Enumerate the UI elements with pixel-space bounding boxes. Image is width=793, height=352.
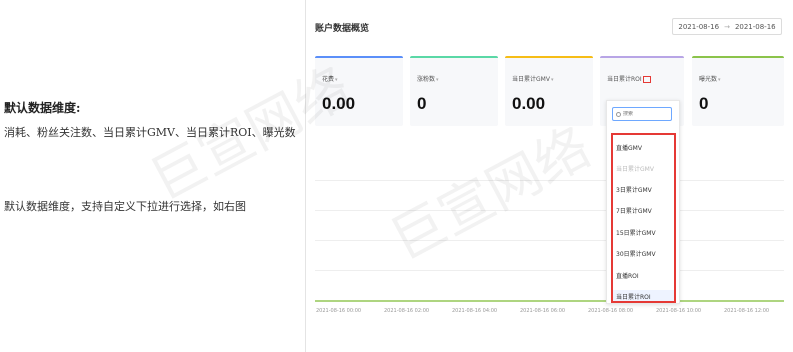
card-label[interactable]: 花费▾: [322, 74, 338, 83]
dropdown-option[interactable]: 7日累计GMV: [616, 206, 652, 215]
dropdown-trigger-icon[interactable]: [642, 76, 651, 83]
metric-card-followers[interactable]: 涨粉数▾ 0: [410, 56, 498, 126]
x-tick-label: 2021-08-16 00:00: [316, 308, 362, 314]
notes-panel: 默认数据维度: 消耗、粉丝关注数、当日累计GMV、当日累计ROI、曝光数 默认数…: [0, 0, 305, 352]
card-label[interactable]: 当日累计GMV▾: [512, 74, 553, 83]
gridline: [315, 180, 784, 181]
dropdown-option: 当日累计GMV: [616, 166, 654, 173]
x-tick-label: 2021-08-16 02:00: [384, 308, 430, 314]
page-title: 账户数据概览: [315, 24, 370, 34]
search-input[interactable]: [623, 111, 667, 117]
card-value: 0.00: [512, 94, 546, 113]
x-tick-label: 2021-08-16 12:00: [724, 308, 770, 314]
card-value: 0: [417, 94, 427, 113]
date-end[interactable]: 2021-08-16: [735, 23, 776, 31]
dashboard-panel: 账户数据概览 2021-08-16 → 2021-08-16 花费▾ 0.00 …: [306, 0, 793, 352]
card-value: 0: [699, 94, 709, 113]
date-start[interactable]: 2021-08-16: [678, 23, 719, 31]
gridline: [315, 210, 784, 211]
series-line: [315, 300, 784, 302]
card-label[interactable]: 当日累计ROI: [607, 74, 651, 83]
notes-title: 默认数据维度:: [4, 101, 81, 115]
card-accent-bar: [410, 56, 498, 58]
gridline: [315, 270, 784, 271]
chevron-down-icon: ▾: [550, 77, 554, 83]
chevron-down-icon: ▾: [335, 77, 338, 83]
search-box[interactable]: [612, 107, 672, 121]
x-tick-label: 2021-08-16 06:00: [520, 308, 566, 314]
dropdown-option-selected[interactable]: 当日累计ROI: [616, 292, 651, 301]
dropdown-option[interactable]: 直播GMV: [616, 143, 642, 152]
x-tick-label: 2021-08-16 04:00: [452, 308, 498, 314]
trend-chart: 2021-08-16 00:00 2021-08-16 02:00 2021-0…: [306, 130, 793, 320]
dropdown-option[interactable]: 15日累计GMV: [616, 228, 656, 237]
dropdown-option[interactable]: 30日累计GMV: [616, 249, 656, 258]
metric-card-spend[interactable]: 花费▾ 0.00: [315, 56, 403, 126]
x-tick-label: 2021-08-16 08:00: [588, 308, 634, 314]
card-accent-bar: [692, 56, 784, 58]
chevron-down-icon: ▾: [718, 77, 721, 83]
card-label[interactable]: 涨粉数▾: [417, 74, 439, 83]
card-accent-bar: [505, 56, 593, 58]
chevron-down-icon: ▾: [436, 77, 439, 83]
card-value: 0.00: [322, 94, 356, 113]
date-range-picker[interactable]: 2021-08-16 → 2021-08-16: [672, 18, 782, 35]
gridline: [315, 240, 784, 241]
metric-card-impressions[interactable]: 曝光数▾ 0: [692, 56, 784, 126]
date-range-arrow-icon: →: [724, 22, 730, 31]
search-icon: [616, 111, 621, 117]
card-accent-bar: [315, 56, 403, 58]
dropdown-option[interactable]: 3日累计GMV: [616, 185, 652, 194]
notes-dropdown-hint: 默认数据维度，支持自定义下拉进行选择，如右图: [4, 200, 246, 213]
metric-card-gmv[interactable]: 当日累计GMV▾ 0.00: [505, 56, 593, 126]
x-tick-label: 2021-08-16 10:00: [656, 308, 702, 314]
metric-dropdown[interactable]: 直播GMV 当日累计GMV 3日累计GMV 7日累计GMV 15日累计GMV 3…: [606, 100, 680, 304]
card-label[interactable]: 曝光数▾: [699, 74, 721, 83]
notes-default-metrics: 消耗、粉丝关注数、当日累计GMV、当日累计ROI、曝光数: [4, 126, 296, 139]
dropdown-option[interactable]: 直播ROI: [616, 271, 639, 280]
card-accent-bar: [600, 56, 684, 58]
